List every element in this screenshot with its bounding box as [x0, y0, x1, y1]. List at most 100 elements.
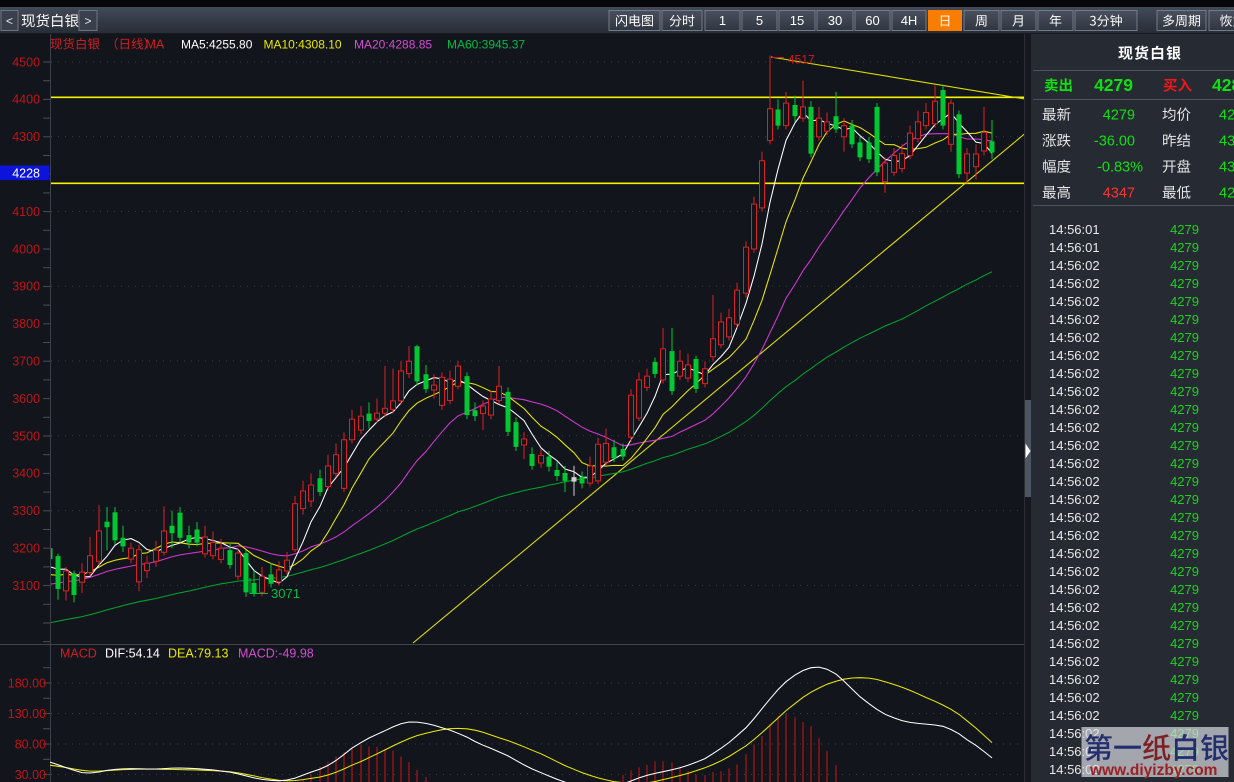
svg-text:14:56:02: 14:56:02 — [1049, 330, 1100, 345]
svg-text:4312: 4312 — [1219, 160, 1234, 176]
svg-text:MA60:3945.37: MA60:3945.37 — [447, 38, 525, 52]
svg-text:14:56:02: 14:56:02 — [1049, 492, 1100, 507]
svg-text:14:56:02: 14:56:02 — [1049, 420, 1100, 435]
svg-text:4279: 4279 — [1170, 330, 1199, 345]
svg-text:MACD: MACD — [60, 647, 97, 661]
svg-text:4279: 4279 — [1170, 474, 1199, 489]
svg-text:MACD:-49.98: MACD:-49.98 — [238, 647, 314, 661]
svg-text:3600: 3600 — [12, 392, 40, 406]
svg-text:4284: 4284 — [1212, 75, 1234, 95]
svg-text:4400: 4400 — [12, 93, 40, 107]
svg-text:14:56:02: 14:56:02 — [1049, 456, 1100, 471]
svg-text:MA10:4308.10: MA10:4308.10 — [264, 38, 342, 52]
svg-text:3300: 3300 — [12, 504, 40, 518]
svg-text:60: 60 — [865, 13, 879, 28]
svg-text:14:56:02: 14:56:02 — [1049, 600, 1100, 615]
svg-text:4517: 4517 — [788, 53, 815, 67]
svg-text:4279: 4279 — [1170, 582, 1199, 597]
svg-text:30.00: 30.00 — [15, 768, 46, 782]
svg-text:14:56:02: 14:56:02 — [1049, 546, 1100, 561]
svg-text:1: 1 — [719, 13, 726, 28]
svg-text:3700: 3700 — [12, 355, 40, 369]
svg-text:4279: 4279 — [1170, 276, 1199, 291]
svg-text:14:56:02: 14:56:02 — [1049, 474, 1100, 489]
svg-text:4284: 4284 — [1219, 108, 1234, 124]
svg-text:180.00: 180.00 — [8, 677, 46, 691]
svg-text:4347: 4347 — [1103, 186, 1135, 202]
svg-text:14:56:02: 14:56:02 — [1049, 258, 1100, 273]
svg-text:14:56:02: 14:56:02 — [1049, 564, 1100, 579]
svg-text:4H: 4H — [901, 13, 918, 28]
svg-text:14:56:02: 14:56:02 — [1049, 636, 1100, 651]
svg-text:14:56:01: 14:56:01 — [1049, 222, 1100, 237]
svg-text:4100: 4100 — [12, 205, 40, 219]
svg-text:4279: 4279 — [1094, 75, 1133, 95]
svg-text:4279: 4279 — [1170, 618, 1199, 633]
svg-text:4279: 4279 — [1170, 402, 1199, 417]
svg-text:4000: 4000 — [12, 242, 40, 256]
svg-text:4279: 4279 — [1170, 420, 1199, 435]
svg-text:14:56:01: 14:56:01 — [1049, 240, 1100, 255]
svg-text:4228: 4228 — [12, 167, 40, 181]
svg-text:4279: 4279 — [1170, 366, 1199, 381]
svg-text:14:56:02: 14:56:02 — [1049, 366, 1100, 381]
svg-text:MA: MA — [146, 38, 165, 52]
svg-text:4500: 4500 — [12, 56, 40, 70]
svg-text:3200: 3200 — [12, 542, 40, 556]
svg-text:14:56:02: 14:56:02 — [1049, 582, 1100, 597]
svg-text:4279: 4279 — [1170, 636, 1199, 651]
svg-text:4279: 4279 — [1170, 240, 1199, 255]
svg-text:3900: 3900 — [12, 280, 40, 294]
svg-text:3800: 3800 — [12, 317, 40, 331]
svg-text:4279: 4279 — [1170, 384, 1199, 399]
svg-text:4315: 4315 — [1219, 134, 1234, 150]
svg-text:3071: 3071 — [271, 586, 300, 601]
svg-text:14:56:02: 14:56:02 — [1049, 708, 1100, 723]
svg-text:4279: 4279 — [1170, 672, 1199, 687]
svg-text:14:56:02: 14:56:02 — [1049, 438, 1100, 453]
svg-text:30: 30 — [828, 13, 842, 28]
svg-text:14:56:02: 14:56:02 — [1049, 690, 1100, 705]
svg-text:4279: 4279 — [1170, 654, 1199, 669]
svg-text:14:56:02: 14:56:02 — [1049, 618, 1100, 633]
svg-text:14:56:02: 14:56:02 — [1049, 510, 1100, 525]
svg-text:<: < — [6, 14, 13, 28]
svg-text:DEA:79.13: DEA:79.13 — [168, 647, 229, 661]
svg-text:14:56:02: 14:56:02 — [1049, 294, 1100, 309]
svg-text:4279: 4279 — [1170, 258, 1199, 273]
svg-text:14:56:02: 14:56:02 — [1049, 528, 1100, 543]
svg-text:www.diyizby.com: www.diyizby.com — [1089, 762, 1217, 779]
svg-text:3100: 3100 — [12, 579, 40, 593]
svg-text:4279: 4279 — [1170, 456, 1199, 471]
svg-text:5: 5 — [756, 13, 763, 28]
svg-text:4279: 4279 — [1170, 438, 1199, 453]
svg-text:MA20:4288.85: MA20:4288.85 — [354, 38, 432, 52]
svg-text:14:56:02: 14:56:02 — [1049, 384, 1100, 399]
svg-text:>: > — [84, 14, 91, 28]
svg-text:4279: 4279 — [1103, 108, 1135, 124]
svg-text:14:56:02: 14:56:02 — [1049, 672, 1100, 687]
svg-text:14:56:02: 14:56:02 — [1049, 312, 1100, 327]
svg-text:4300: 4300 — [12, 130, 40, 144]
svg-text:4279: 4279 — [1170, 708, 1199, 723]
svg-text:DIF:54.14: DIF:54.14 — [105, 647, 160, 661]
svg-text:3400: 3400 — [12, 467, 40, 481]
svg-text:4279: 4279 — [1170, 312, 1199, 327]
svg-text:15: 15 — [790, 13, 804, 28]
svg-text:4279: 4279 — [1170, 546, 1199, 561]
svg-text:130.00: 130.00 — [8, 707, 46, 721]
svg-text:14:56:02: 14:56:02 — [1049, 402, 1100, 417]
svg-text:4279: 4279 — [1170, 348, 1199, 363]
svg-text:4279: 4279 — [1170, 600, 1199, 615]
svg-text:4279: 4279 — [1170, 564, 1199, 579]
svg-text:4279: 4279 — [1170, 492, 1199, 507]
svg-text:14:56:02: 14:56:02 — [1049, 654, 1100, 669]
svg-text:4279: 4279 — [1170, 510, 1199, 525]
svg-text:4223: 4223 — [1219, 186, 1234, 202]
svg-text:-0.83%: -0.83% — [1097, 160, 1143, 176]
svg-text:14:56:02: 14:56:02 — [1049, 348, 1100, 363]
svg-text:4279: 4279 — [1170, 222, 1199, 237]
svg-text:4279: 4279 — [1170, 690, 1199, 705]
svg-text:-36.00: -36.00 — [1094, 134, 1135, 150]
svg-text:3500: 3500 — [12, 429, 40, 443]
